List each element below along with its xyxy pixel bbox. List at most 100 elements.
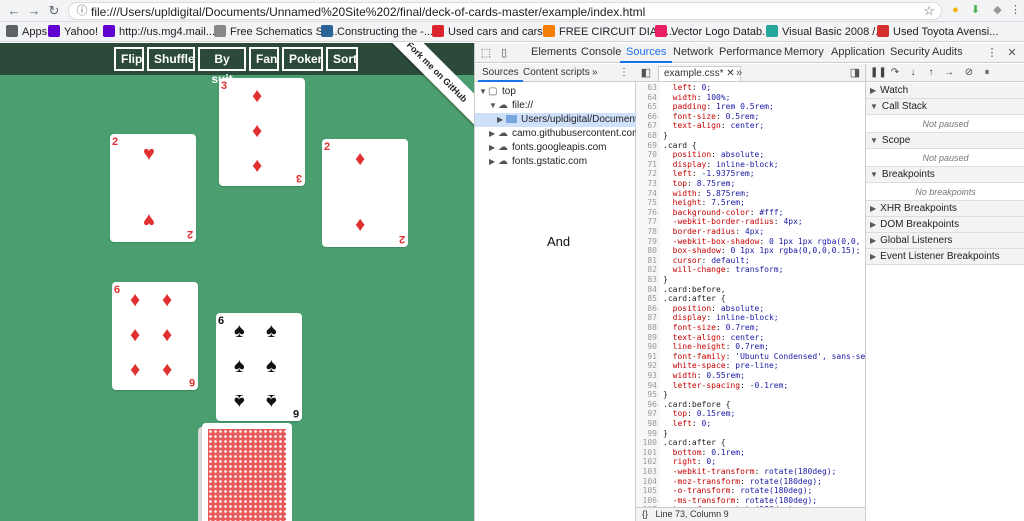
devtools-tab-security[interactable]: Security	[890, 46, 930, 58]
code-line[interactable]: line-height: 0.7rem;	[663, 342, 769, 352]
code-line[interactable]: height: 7.5rem;	[663, 198, 745, 208]
menu-kebab-icon[interactable]: ⋮	[1008, 3, 1023, 18]
subtab-content-scripts[interactable]: Content scripts	[523, 67, 590, 78]
devtools-tab-console[interactable]: Console	[581, 46, 621, 58]
debug-section-dom-breakpoints[interactable]: ▶ DOM Breakpoints	[866, 217, 1024, 233]
subtab-sources[interactable]: Sources	[478, 67, 523, 82]
tree-item-camo[interactable]: ▶ ☁ camo.githubusercontent.com	[489, 127, 640, 141]
extension-circle-icon[interactable]: ●	[948, 3, 963, 18]
code-line[interactable]: text-align: center;	[663, 333, 765, 343]
demo-button-poker[interactable]: Poker	[282, 47, 323, 71]
more-tabs-icon[interactable]: »	[732, 66, 746, 80]
code-line[interactable]: .card:before,	[663, 285, 726, 295]
bookmark-item[interactable]: Constructing the -...	[321, 25, 433, 39]
code-line[interactable]: text-align: center;	[663, 121, 765, 131]
device-toggle-icon[interactable]: ▯	[497, 46, 511, 60]
playing-card[interactable]: 2 ♦ ♦ 2	[322, 139, 408, 247]
tree-item-gstatic[interactable]: ▶ ☁ fonts.gstatic.com	[489, 155, 587, 169]
code-line[interactable]: }	[663, 429, 668, 439]
reload-icon[interactable]: ↻	[46, 3, 62, 19]
code-line[interactable]: font-size: 0.7rem;	[663, 323, 760, 333]
debug-section-call-stack[interactable]: ▼ Call Stack	[866, 99, 1024, 115]
forward-arrow-icon[interactable]: →	[26, 3, 42, 19]
code-line[interactable]: -webkit-transform: rotate(180deg);	[663, 467, 837, 477]
toggle-debugger-icon[interactable]: ◨	[848, 66, 862, 80]
pause-on-exceptions-icon[interactable]: ⏸	[980, 66, 994, 80]
code-line[interactable]: -webkit-box-shadow: 0 1px 1px rgba(0,0,	[663, 237, 861, 247]
extension-shield-icon[interactable]: ◆	[990, 3, 1005, 18]
step-over-icon[interactable]: ↷	[888, 66, 902, 80]
navigator-menu-icon[interactable]: ⋮	[619, 67, 629, 78]
debug-section-watch[interactable]: ▶ Watch	[866, 83, 1024, 99]
devtools-tab-audits[interactable]: Audits	[932, 46, 963, 58]
devtools-tab-network[interactable]: Network	[673, 46, 713, 58]
code-line[interactable]: cursor: default;	[663, 256, 750, 266]
code-line[interactable]: }	[663, 390, 668, 400]
code-line[interactable]: width: 100%;	[663, 93, 731, 103]
code-line[interactable]: .card:after {	[663, 438, 726, 448]
code-line[interactable]: bottom: 0.1rem;	[663, 448, 745, 458]
code-line[interactable]: font-size: 0.5rem;	[663, 112, 760, 122]
playing-card[interactable]: 2 ♥ ♥ 2	[110, 134, 196, 242]
demo-button-shuffle[interactable]: Shuffle	[147, 47, 195, 71]
code-line[interactable]: display: inline-block;	[663, 160, 779, 170]
devtools-menu-icon[interactable]: ⋮	[985, 46, 999, 60]
code-line[interactable]: -moz-transform: rotate(180deg);	[663, 477, 822, 487]
debug-section-global-listeners[interactable]: ▶ Global Listeners	[866, 233, 1024, 249]
tree-item-folder[interactable]: ▶ Users/upldigital/Documents/U	[475, 113, 653, 127]
code-line[interactable]: }	[663, 275, 668, 285]
editor-file-tab[interactable]: example.css* ✕	[658, 66, 741, 81]
code-line[interactable]: font-family: 'Ubuntu Condensed', sans-se…	[663, 352, 865, 362]
step-into-icon[interactable]: ↓	[906, 66, 920, 80]
bookmark-item[interactable]: http://us.mg4.mail...	[103, 25, 215, 39]
toggle-navigator-icon[interactable]: ◧	[639, 66, 653, 80]
step-icon[interactable]: →	[942, 66, 956, 80]
code-line[interactable]: top: 8.75rem;	[663, 179, 736, 189]
code-line[interactable]: .card {	[663, 141, 697, 151]
more-tabs-icon[interactable]: »	[592, 67, 598, 78]
bookmark-item[interactable]: Vector Logo Datab...	[655, 25, 771, 39]
code-line[interactable]: width: 0.55rem;	[663, 371, 745, 381]
playing-card[interactable]: 3 ♦ ♦ ♦ 3	[219, 78, 305, 186]
address-bar[interactable]: ⓘ file:///Users/upldigital/Documents/Unn…	[68, 2, 942, 20]
tree-item-googleapis[interactable]: ▶ ☁ fonts.googleapis.com	[489, 141, 607, 155]
code-line[interactable]: will-change: transform;	[663, 265, 784, 275]
bookmark-item[interactable]: Yahoo!	[48, 25, 98, 39]
bookmark-star-icon[interactable]: ☆	[923, 3, 935, 19]
tree-item-top[interactable]: ▼▢ top	[479, 85, 516, 99]
demo-button-fan[interactable]: Fan	[249, 47, 279, 71]
code-line[interactable]: border-radius: 4px;	[663, 227, 765, 237]
download-extension-icon[interactable]: ⬇	[968, 3, 983, 18]
debug-section-event-listener-breakpoints[interactable]: ▶ Event Listener Breakpoints	[866, 249, 1024, 265]
bookmark-item[interactable]: Free Schematics Sc...	[214, 25, 338, 39]
code-line[interactable]: display: inline-block;	[663, 313, 779, 323]
page-info-icon[interactable]: ⓘ	[75, 4, 89, 18]
code-line[interactable]: -ms-transform: rotate(180deg);	[663, 496, 818, 506]
code-line[interactable]: white-space: pre-line;	[663, 361, 779, 371]
code-line[interactable]: left: 0;	[663, 83, 712, 93]
bookmark-item[interactable]: Used Toyota Avensi...	[877, 25, 998, 39]
close-devtools-icon[interactable]: ✕	[1005, 46, 1019, 60]
address-url[interactable]: file:///Users/upldigital/Documents/Unnam…	[91, 5, 645, 19]
devtools-tab-memory[interactable]: Memory	[784, 46, 824, 58]
tree-item-file[interactable]: ▼☁ file://	[489, 99, 533, 113]
code-lines[interactable]: 63 left: 0; 64 width: 100%; 65 padding: 1r…	[636, 83, 865, 507]
debug-section-xhr-breakpoints[interactable]: ▶ XHR Breakpoints	[866, 201, 1024, 217]
pause-icon[interactable]: ❚❚	[870, 66, 887, 80]
playing-card[interactable]: 6 ♦ ♦ ♦ ♦ ♦ ♦ 6	[112, 282, 198, 390]
code-line[interactable]: top: 0.15rem;	[663, 409, 736, 419]
demo-button-by-suit[interactable]: By suit	[198, 47, 246, 86]
demo-button-sort[interactable]: Sort	[326, 47, 358, 71]
code-line[interactable]: position: absolute;	[663, 150, 765, 160]
code-line[interactable]: .card:after {	[663, 294, 726, 304]
demo-button-flip[interactable]: Flip	[114, 47, 144, 71]
deactivate-breakpoints-icon[interactable]: ⊘	[962, 66, 976, 80]
code-line[interactable]: width: 5.875rem;	[663, 189, 750, 199]
code-line[interactable]: left: -1.9375rem;	[663, 169, 755, 179]
pretty-print-icon[interactable]: {}	[642, 509, 648, 519]
code-line[interactable]: .card:before {	[663, 400, 730, 410]
devtools-tab-sources[interactable]: Sources	[619, 46, 673, 63]
debug-section-breakpoints[interactable]: ▼ Breakpoints	[866, 167, 1024, 183]
debug-section-scope[interactable]: ▼ Scope	[866, 133, 1024, 149]
code-line[interactable]: box-shadow: 0 1px 1px rgba(0,0,0,0.15);	[663, 246, 861, 256]
